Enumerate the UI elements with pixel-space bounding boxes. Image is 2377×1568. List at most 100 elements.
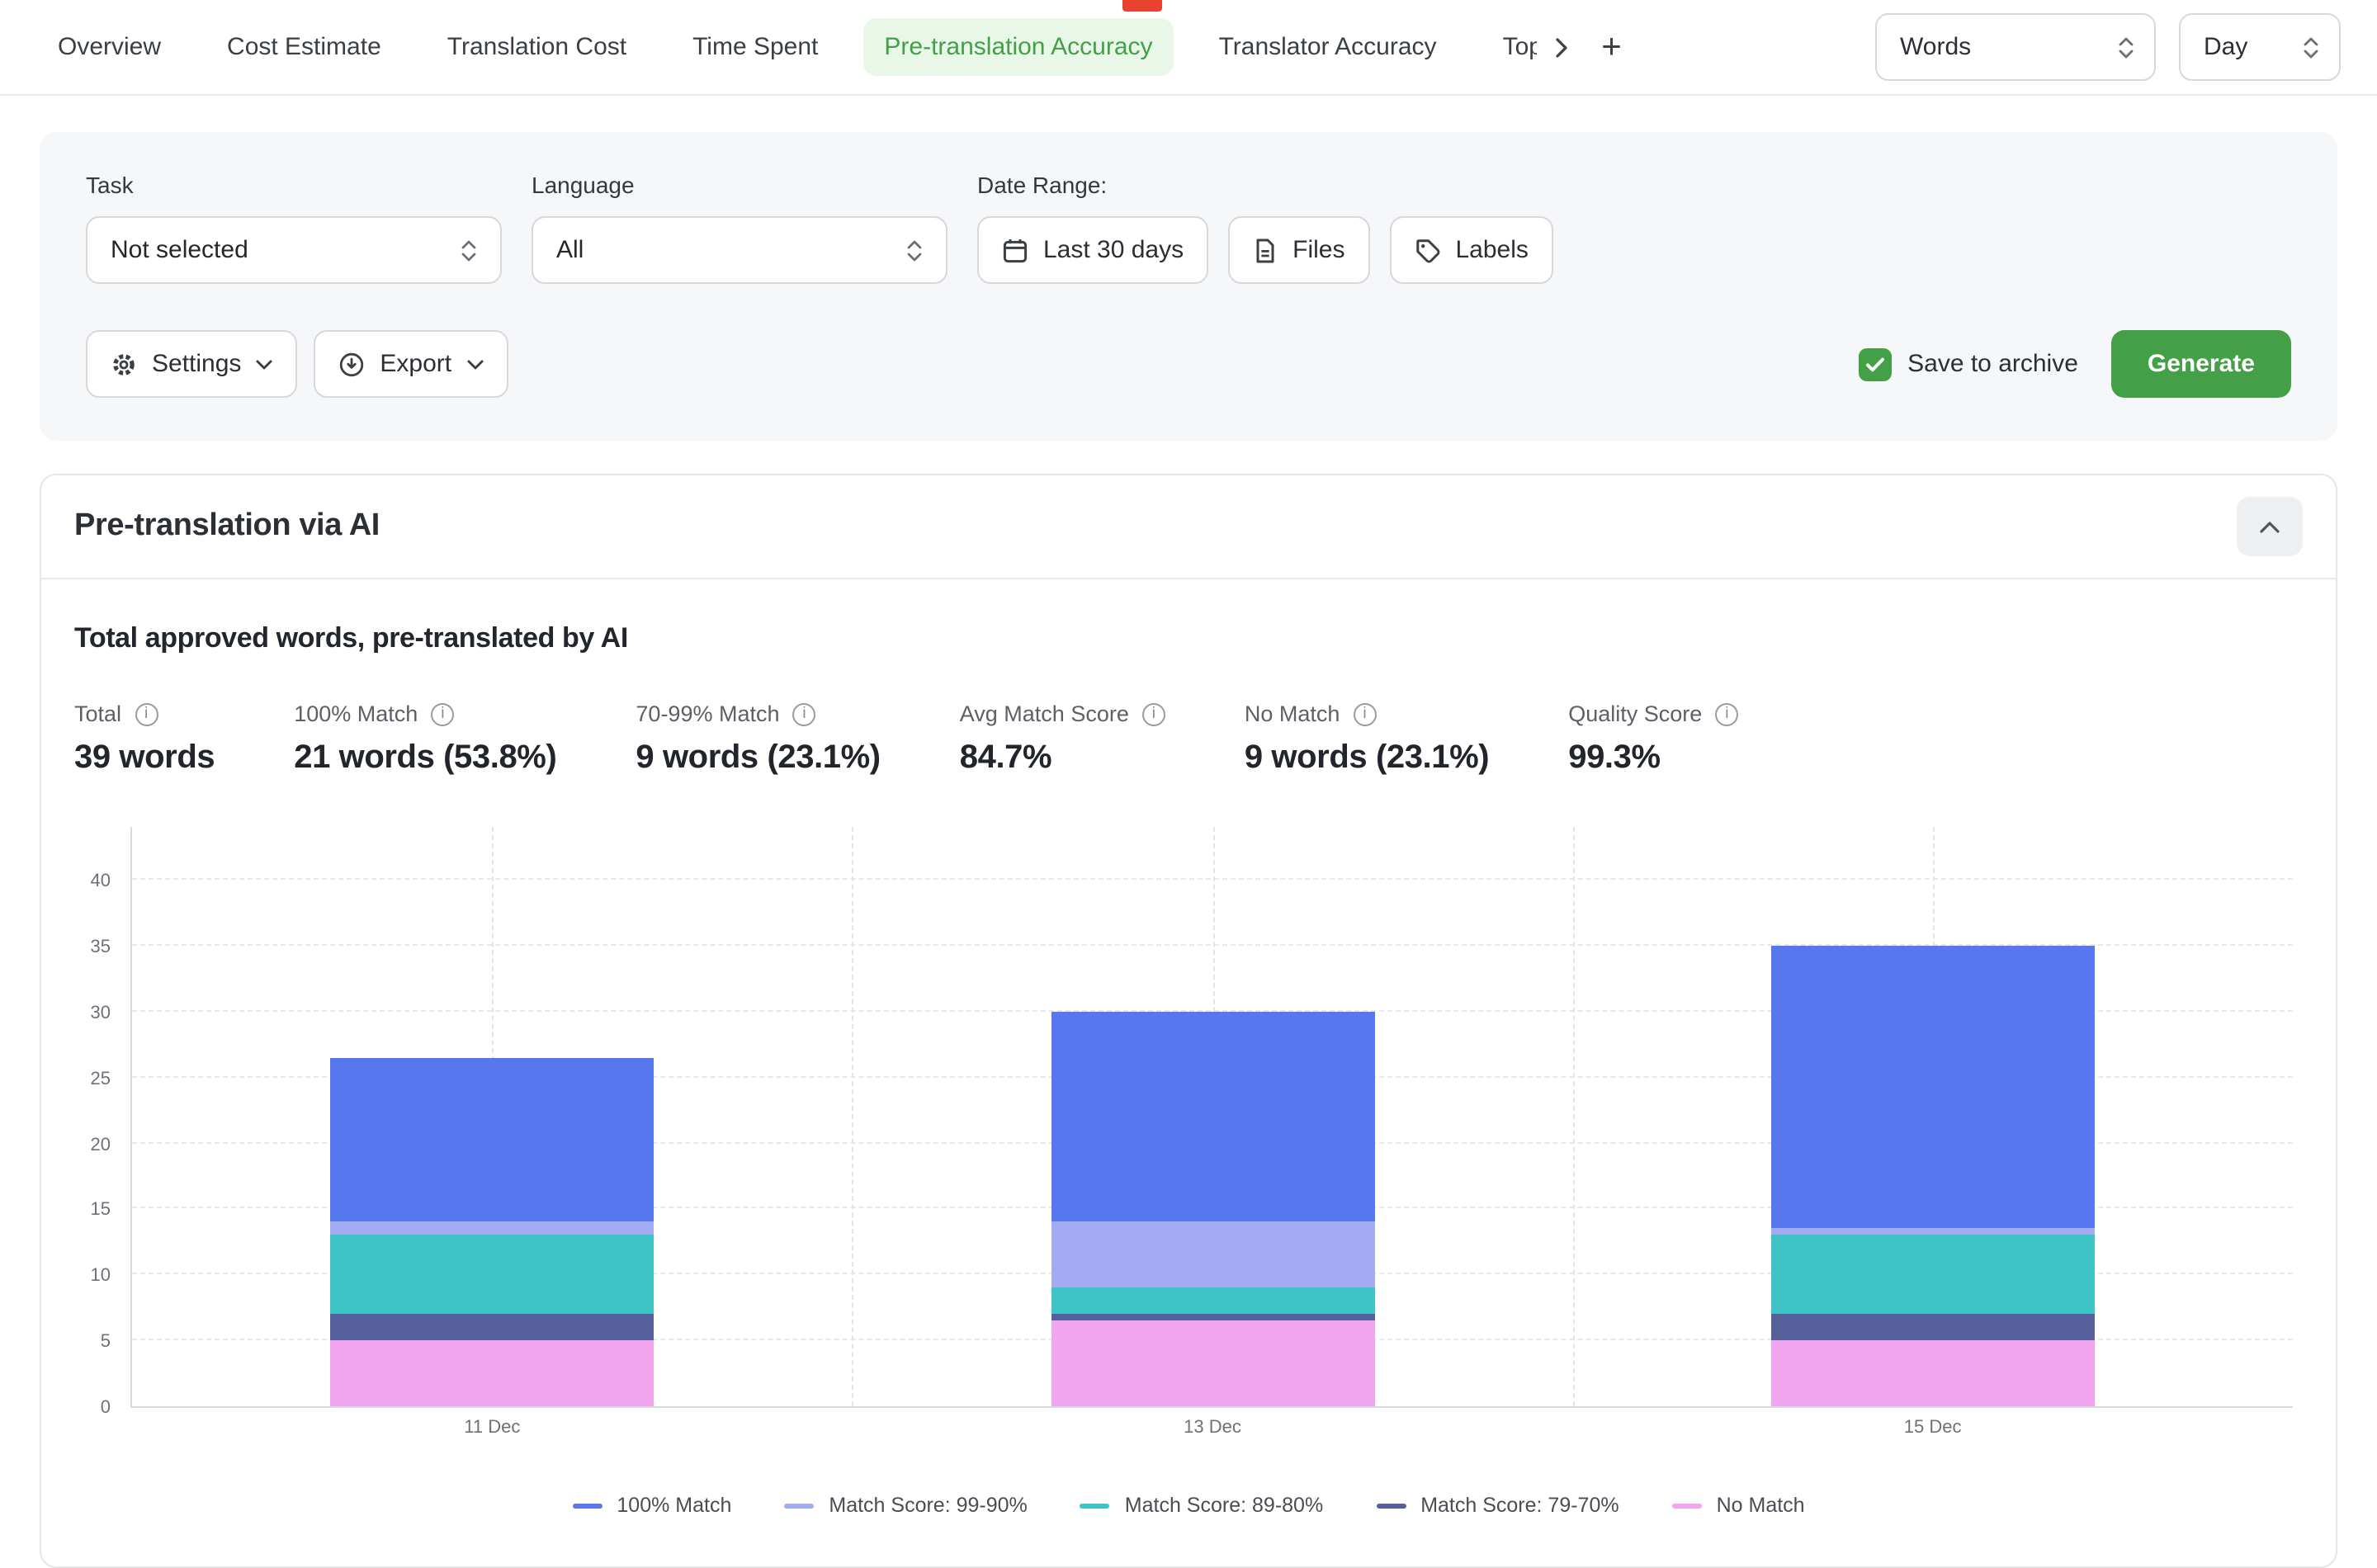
bar-segment-no-match [330,1340,654,1406]
y-tick-label: 35 [74,937,111,957]
stat-label: 70-99% Matchi [636,701,880,726]
stat-avg-match-score: Avg Match Scorei84.7% [960,701,1165,777]
chevron-down-icon [256,359,272,369]
tag-icon [1414,237,1440,263]
stat-value: 21 words (53.8%) [294,739,556,777]
x-tick-label: 13 Dec [1184,1418,1241,1438]
tab-translator-accuracy[interactable]: Translator Accuracy [1198,18,1458,76]
legend-swatch-icon [1672,1503,1702,1508]
filters-panel: Task Not selected Language All [40,132,2337,441]
language-select[interactable]: All [532,216,947,284]
chevron-down-icon [466,359,483,369]
tab-overview[interactable]: Overview [36,18,182,76]
info-icon[interactable]: i [1353,702,1376,725]
stat-value: 99.3% [1568,739,1738,777]
stat-70-99-match: 70-99% Matchi 9 words (23.1%) [636,701,880,777]
y-axis-labels: 0510152025303540 [74,827,121,1408]
stat-value: 84.7% [960,739,1165,777]
stat-value: 9 words (23.1%) [1245,739,1489,777]
export-button[interactable]: Export [314,330,508,398]
bar-segment-match-score-99-90 [1771,1229,2095,1235]
bar-segment-match-score-89-80 [1771,1235,2095,1315]
checkbox-checked-icon[interactable] [1858,347,1891,380]
info-icon[interactable]: i [1142,702,1165,725]
bar-segment-100-match [1771,946,2095,1229]
card-title: Pre-translation via AI [74,508,380,545]
collapse-card-button[interactable] [2237,497,2303,556]
select-arrows-icon [2303,35,2319,59]
info-icon[interactable]: i [1715,702,1738,725]
stat-value: 9 words (23.1%) [636,739,880,777]
bar-segment-no-match [1771,1340,2095,1406]
tab-time-spent[interactable]: Time Spent [671,18,839,76]
tab-cost-estimate[interactable]: Cost Estimate [206,18,403,76]
info-icon[interactable]: i [793,702,816,725]
bar-segment-match-score-89-80 [330,1235,654,1315]
stat-label: No Matchi [1245,701,1489,726]
report-card: Pre-translation via AI Total approved wo… [40,474,2337,1568]
settings-button[interactable]: Settings [86,330,297,398]
unit-select[interactable]: Words [1875,13,2156,81]
download-circle-icon [338,351,365,377]
tab-top[interactable]: Top [1481,18,1538,76]
task-select[interactable]: Not selected [86,216,502,284]
stat-no-match: No Matchi 9 words (23.1%) [1245,701,1489,777]
language-select-value: All [556,236,584,264]
y-tick-label: 20 [74,1135,111,1155]
page: Overview Cost Estimate Translation Cost Tim… [0,0,2377,1556]
v-gridline [853,827,854,1406]
x-tick-label: 15 Dec [1904,1418,1962,1438]
bar-segment-match-score-99-90 [330,1222,654,1235]
legend-item-no-match[interactable]: No Match [1672,1494,1805,1517]
task-select-value: Not selected [111,236,248,264]
tabs-scroll-right-button[interactable] [1538,22,1587,72]
y-tick-label: 30 [74,1004,111,1023]
bar-segment-100-match [1051,1012,1374,1222]
bar-segment-100-match [330,1057,654,1221]
y-tick-label: 15 [74,1201,111,1221]
info-icon[interactable]: i [135,702,158,725]
tab-translation-cost[interactable]: Translation Cost [426,18,648,76]
select-arrows-icon [461,239,477,262]
y-tick-label: 10 [74,1267,111,1287]
bar-segment-match-score-79-70 [1771,1314,2095,1340]
files-button[interactable]: Files [1228,216,1369,284]
select-arrows-icon [2118,35,2134,59]
labels-button[interactable]: Labels [1389,216,1552,284]
select-arrows-icon [906,239,923,262]
date-range-button[interactable]: Last 30 days [977,216,1208,284]
bar-segment-match-score-89-80 [1051,1288,1374,1315]
add-report-button[interactable]: + [1587,22,1637,72]
legend-item-match-score-79-70[interactable]: Match Score: 79-70% [1376,1494,1619,1517]
legend-swatch-icon [1080,1503,1110,1508]
top-red-indicator [1122,0,1162,12]
stat-total: Totali39 words [74,701,215,777]
stat-label: Totali [74,701,215,726]
date-range-label: Date Range: [977,172,1553,198]
save-to-archive-label: Save to archive [1907,350,2078,378]
legend-item-match-score-89-80[interactable]: Match Score: 89-80% [1080,1494,1323,1517]
period-select[interactable]: Day [2179,13,2341,81]
info-icon[interactable]: i [431,702,454,725]
export-button-label: Export [380,350,451,378]
v-gridline [1572,827,1574,1406]
settings-button-label: Settings [152,350,241,378]
tab-pre-translation-accuracy[interactable]: Pre-translation Accuracy [862,18,1174,76]
chevron-up-icon [2260,521,2280,532]
legend-item-100-match[interactable]: 100% Match [572,1494,731,1517]
legend-item-match-score-99-90[interactable]: Match Score: 99-90% [784,1494,1027,1517]
generate-button[interactable]: Generate [2111,330,2291,398]
bar-segment-match-score-79-70 [330,1314,654,1340]
save-to-archive-toggle[interactable]: Save to archive [1858,347,2078,380]
bar-13-dec [1051,1012,1374,1406]
stat-label: Quality Scorei [1568,701,1738,726]
legend-swatch-icon [784,1503,814,1508]
task-label: Task [86,172,502,198]
y-tick-label: 40 [74,871,111,891]
section-title: Total approved words, pre-translated by … [74,622,2303,655]
files-button-label: Files [1292,236,1344,264]
date-range-value: Last 30 days [1043,236,1184,264]
gear-icon [111,351,137,377]
x-tick-label: 11 Dec [464,1418,520,1438]
tab-list: Overview Cost Estimate Translation Cost Tim… [36,18,1538,76]
